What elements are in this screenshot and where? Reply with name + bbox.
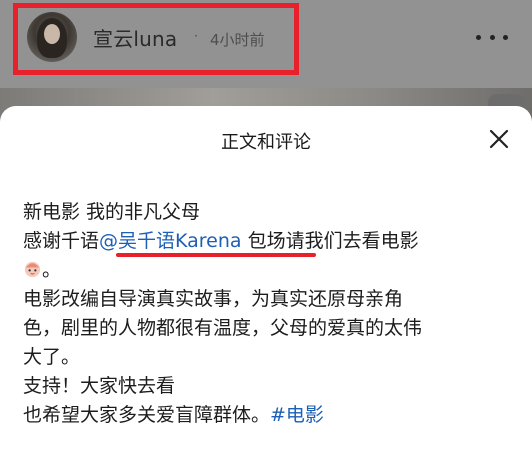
- body-line: 新电影 我的非凡父母: [23, 201, 201, 223]
- cute-face-emoji-icon: [24, 261, 41, 278]
- mention-highlight-underline: [116, 253, 316, 257]
- avatar-face: [44, 24, 60, 44]
- body-line: 大了。: [23, 346, 81, 368]
- post-detail-sheet: 正文和评论 新电影 我的非凡父母 感谢千语@吴千语Karena 包场请我们去看电…: [0, 106, 532, 455]
- dot-2: [489, 35, 495, 40]
- dot-3: [503, 35, 508, 40]
- hashtag-link[interactable]: #电影: [270, 404, 324, 426]
- mention-link[interactable]: @吴千语Karena: [99, 230, 242, 252]
- body-line: 。: [23, 256, 515, 285]
- body-text: 包场请我们去看电影: [241, 230, 419, 252]
- close-icon[interactable]: [488, 128, 510, 150]
- dot-1: [476, 35, 481, 40]
- post-body: 新电影 我的非凡父母 感谢千语@吴千语Karena 包场请我们去看电影 。 电影…: [23, 198, 515, 430]
- body-line: 也希望大家多关爱盲障群体。#电影: [23, 401, 515, 430]
- body-line: 支持！大家快去看: [23, 375, 176, 397]
- more-dots-icon[interactable]: [476, 35, 508, 41]
- body-text: 也希望大家多关爱盲障群体。: [23, 404, 271, 426]
- body-line: 电影改编自导演真实故事，为真实还原母亲角: [23, 288, 404, 310]
- body-text: 感谢千语: [23, 230, 100, 252]
- body-text: 。: [42, 259, 62, 281]
- sheet-title: 正文和评论: [221, 132, 311, 153]
- body-line: 色，剧里的人物都很有温度，父母的爱真的太伟: [23, 317, 423, 339]
- body-line: 感谢千语@吴千语Karena 包场请我们去看电影: [23, 227, 515, 256]
